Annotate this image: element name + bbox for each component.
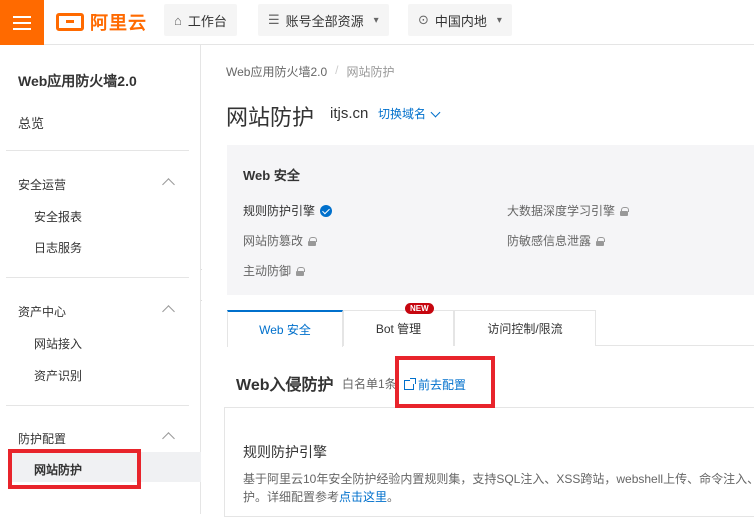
new-badge: NEW bbox=[405, 303, 434, 314]
switch-domain-label: 切换域名 bbox=[378, 107, 427, 121]
breadcrumb-root[interactable]: Web应用防火墙2.0 bbox=[226, 63, 327, 80]
whitelist-count: 白名单1条 bbox=[342, 377, 397, 391]
sidebar-item-site-access[interactable]: 网站接入 bbox=[34, 335, 82, 352]
product-title: Web应用防火墙2.0 bbox=[18, 73, 137, 89]
region-dropdown[interactable]: ⊙ 中国内地 ▾ bbox=[408, 4, 512, 36]
lock-icon bbox=[620, 206, 630, 216]
feature-rule-engine[interactable]: 规则防护引擎 bbox=[243, 202, 333, 219]
chevron-down-icon: ▾ bbox=[496, 14, 502, 26]
feature-label: 大数据深度学习引擎 bbox=[507, 204, 616, 218]
feature-active-defense[interactable]: 主动防御 bbox=[243, 262, 306, 279]
panel-description: 基于阿里云10年安全防护经验内置规则集，支持SQL注入、XSS跨站，webshe… bbox=[243, 470, 754, 506]
region-label: 中国内地 bbox=[434, 13, 487, 29]
chevron-up-icon[interactable] bbox=[162, 305, 175, 318]
aliyun-logo[interactable]: 阿里云 bbox=[56, 10, 147, 34]
sidebar-group-protection-config[interactable]: 防护配置 bbox=[18, 430, 66, 447]
breadcrumb: Web应用防火墙2.0 / 网站防护 bbox=[226, 63, 395, 80]
lock-icon bbox=[596, 236, 606, 246]
feature-label: 防敏感信息泄露 bbox=[507, 234, 592, 248]
panel-title: 规则防护引擎 bbox=[243, 444, 327, 460]
breadcrumb-separator: / bbox=[335, 63, 339, 77]
feature-label: 主动防御 bbox=[243, 264, 292, 278]
desc-text: 基于阿里云10年安全防护经验内置规则集，支持SQL注入、XSS跨站，webshe… bbox=[243, 472, 754, 486]
web-security-card: Web 安全 规则防护引擎 大数据深度学习引擎 网站防篡改 防敏感信息泄露 主动… bbox=[227, 145, 754, 295]
lock-icon bbox=[308, 236, 318, 246]
account-resources-dropdown[interactable]: ☰ 账号全部资源 ▾ bbox=[258, 4, 389, 36]
switch-domain-button[interactable]: 切换域名 bbox=[378, 105, 441, 122]
sidebar-item-security-report[interactable]: 安全报表 bbox=[34, 208, 82, 225]
sidebar: Web应用防火墙2.0 总览 安全运营 安全报表 日志服务 资产中心 网站接入 … bbox=[0, 45, 201, 514]
lock-icon bbox=[296, 266, 306, 276]
main-content: Web应用防火墙2.0 / 网站防护 网站防护 itjs.cn 切换域名 Web… bbox=[202, 45, 754, 517]
menu-icon[interactable] bbox=[0, 0, 44, 45]
chevron-up-icon[interactable] bbox=[162, 178, 175, 191]
section-title: Web入侵防护 bbox=[236, 377, 334, 394]
sidebar-item-asset-identify[interactable]: 资产识别 bbox=[34, 367, 82, 384]
chevron-down-icon bbox=[430, 107, 441, 117]
highlight-box bbox=[8, 449, 141, 489]
feature-data-leak-prevention[interactable]: 防敏感信息泄露 bbox=[507, 232, 606, 249]
desc-text: 护。详细配置参考 bbox=[243, 490, 340, 504]
page-title: 网站防护 bbox=[226, 105, 315, 130]
divider bbox=[6, 277, 189, 278]
brand-name: 阿里云 bbox=[90, 13, 147, 33]
feature-tamper-protection[interactable]: 网站防篡改 bbox=[243, 232, 318, 249]
account-resources-label: 账号全部资源 bbox=[285, 13, 364, 29]
breadcrumb-current: 网站防护 bbox=[346, 65, 395, 79]
workbench-button[interactable]: ⌂ 工作台 bbox=[164, 4, 237, 36]
divider bbox=[6, 405, 189, 406]
tab-web-security[interactable]: Web 安全 bbox=[227, 310, 343, 347]
desc-text: 。 bbox=[387, 490, 400, 504]
tab-bar: Web 安全 Bot 管理 访问控制/限流 bbox=[227, 310, 754, 347]
check-circle-icon bbox=[320, 204, 333, 217]
sidebar-item-log-service[interactable]: 日志服务 bbox=[34, 239, 82, 256]
location-icon: ⊙ bbox=[418, 12, 429, 27]
rule-engine-panel: 规则防护引擎 基于阿里云10年安全防护经验内置规则集，支持SQL注入、XSS跨站… bbox=[224, 407, 754, 517]
divider bbox=[6, 150, 189, 151]
top-bar: 阿里云 ⌂ 工作台 ☰ 账号全部资源 ▾ ⊙ 中国内地 ▾ bbox=[0, 0, 754, 45]
chevron-up-icon[interactable] bbox=[162, 432, 175, 445]
feature-label: 规则防护引擎 bbox=[243, 204, 316, 218]
feature-label: 网站防篡改 bbox=[243, 234, 304, 248]
sidebar-group-security-ops[interactable]: 安全运营 bbox=[18, 176, 66, 193]
tab-access-control[interactable]: 访问控制/限流 bbox=[454, 310, 596, 346]
resource-icon: ☰ bbox=[268, 12, 280, 27]
card-title: Web 安全 bbox=[243, 168, 300, 183]
aliyun-logo-icon bbox=[56, 13, 84, 31]
workbench-label: 工作台 bbox=[187, 13, 227, 29]
click-here-link[interactable]: 点击这里 bbox=[339, 490, 387, 504]
sidebar-item-overview[interactable]: 总览 bbox=[18, 113, 44, 132]
domain-name: itjs.cn bbox=[330, 105, 369, 122]
highlight-box bbox=[395, 356, 495, 408]
home-icon: ⌂ bbox=[174, 12, 182, 28]
sidebar-group-asset-center[interactable]: 资产中心 bbox=[18, 303, 66, 320]
chevron-down-icon: ▾ bbox=[373, 14, 379, 26]
tab-bot-management[interactable]: Bot 管理 bbox=[343, 310, 454, 346]
feature-deep-learning[interactable]: 大数据深度学习引擎 bbox=[507, 202, 630, 219]
